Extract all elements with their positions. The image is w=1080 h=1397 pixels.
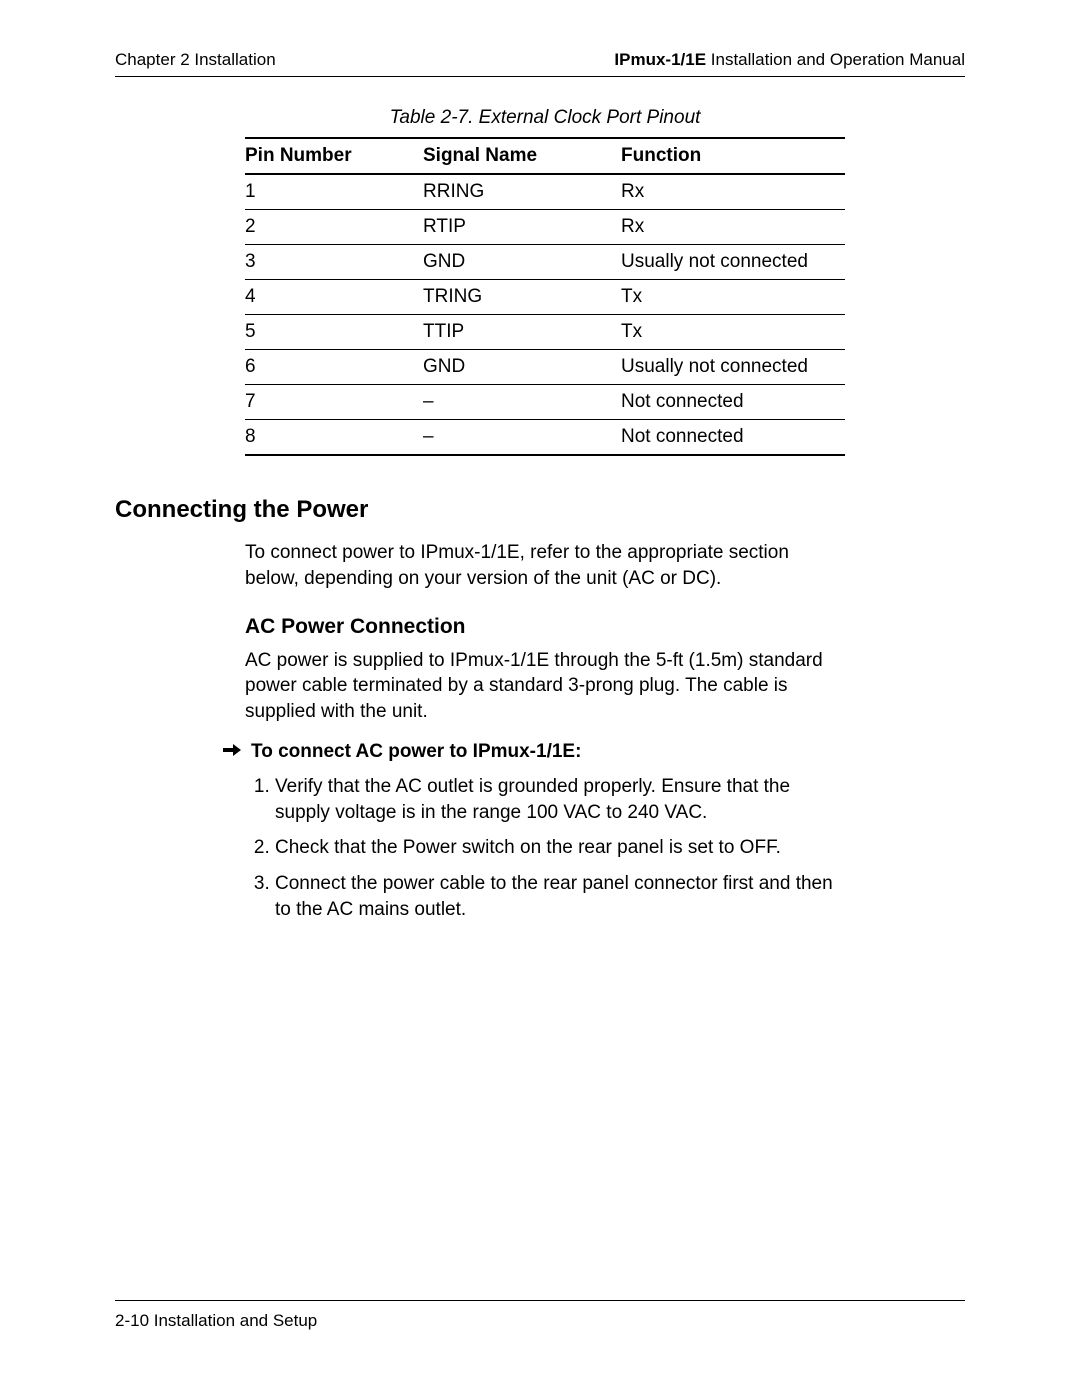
procedure-heading: To connect AC power to IPmux-1/1E: [223, 739, 845, 765]
step-item: Check that the Power switch on the rear … [275, 835, 845, 861]
section-heading-connecting-power: Connecting the Power [115, 496, 965, 524]
cell-sig: GND [423, 245, 621, 280]
cell-func: Not connected [621, 420, 845, 456]
table-row: 7 – Not connected [245, 385, 845, 420]
cell-func: Tx [621, 315, 845, 350]
cell-func: Tx [621, 280, 845, 315]
cell-pin: 8 [245, 420, 423, 456]
cell-sig: – [423, 385, 621, 420]
arrow-right-icon [223, 739, 241, 765]
cell-sig: RTIP [423, 210, 621, 245]
col-pin-number: Pin Number [245, 138, 423, 174]
cell-pin: 7 [245, 385, 423, 420]
table-row: 3 GND Usually not connected [245, 245, 845, 280]
col-signal-name: Signal Name [423, 138, 621, 174]
page: Chapter 2 Installation IPmux-1/1E Instal… [115, 50, 965, 932]
header-right: IPmux-1/1E Installation and Operation Ma… [614, 50, 965, 70]
step-item: Connect the power cable to the rear pane… [275, 871, 845, 922]
header-right-rest: Installation and Operation Manual [706, 50, 965, 69]
cell-pin: 2 [245, 210, 423, 245]
table-caption: Table 2-7. External Clock Port Pinout [245, 107, 845, 129]
intro-paragraph: To connect power to IPmux-1/1E, refer to… [245, 540, 845, 591]
ac-paragraph: AC power is supplied to IPmux-1/1E throu… [245, 648, 845, 725]
running-header: Chapter 2 Installation IPmux-1/1E Instal… [115, 50, 965, 77]
table-row: 4 TRING Tx [245, 280, 845, 315]
cell-sig: TTIP [423, 315, 621, 350]
table-row: 2 RTIP Rx [245, 210, 845, 245]
cell-pin: 6 [245, 350, 423, 385]
table-row: 1 RRING Rx [245, 174, 845, 210]
table-row: 8 – Not connected [245, 420, 845, 456]
cell-func: Usually not connected [621, 350, 845, 385]
procedure-heading-text: To connect AC power to IPmux-1/1E: [251, 739, 581, 765]
cell-func: Rx [621, 210, 845, 245]
cell-pin: 4 [245, 280, 423, 315]
pinout-table: Pin Number Signal Name Function 1 RRING … [245, 137, 845, 456]
table-row: 6 GND Usually not connected [245, 350, 845, 385]
cell-sig: GND [423, 350, 621, 385]
cell-func: Usually not connected [621, 245, 845, 280]
cell-sig: – [423, 420, 621, 456]
cell-func: Rx [621, 174, 845, 210]
header-left: Chapter 2 Installation [115, 50, 276, 70]
cell-pin: 3 [245, 245, 423, 280]
procedure-steps: Verify that the AC outlet is grounded pr… [245, 774, 845, 922]
table-header-row: Pin Number Signal Name Function [245, 138, 845, 174]
cell-sig: RRING [423, 174, 621, 210]
cell-sig: TRING [423, 280, 621, 315]
cell-func: Not connected [621, 385, 845, 420]
section-body: To connect power to IPmux-1/1E, refer to… [245, 540, 845, 922]
table-row: 5 TTIP Tx [245, 315, 845, 350]
cell-pin: 1 [245, 174, 423, 210]
col-function: Function [621, 138, 845, 174]
step-item: Verify that the AC outlet is grounded pr… [275, 774, 845, 825]
pinout-table-block: Table 2-7. External Clock Port Pinout Pi… [245, 107, 845, 456]
page-footer: 2-10 Installation and Setup [115, 1300, 965, 1331]
cell-pin: 5 [245, 315, 423, 350]
subsection-ac-power: AC Power Connection [245, 613, 845, 641]
header-right-bold: IPmux-1/1E [614, 50, 706, 69]
